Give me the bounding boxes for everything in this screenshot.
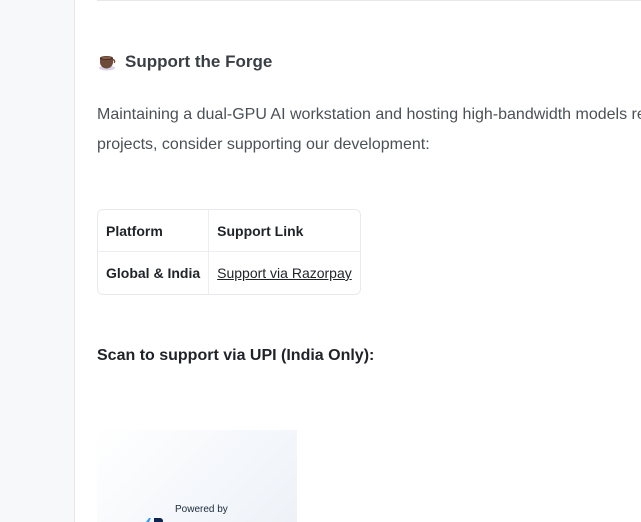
section-heading-text: Support the Forge (125, 52, 273, 71)
horizontal-divider (97, 0, 641, 1)
razorpay-logo-icon (146, 518, 163, 522)
powered-by-text: Powered by (175, 504, 228, 515)
upi-qr-card: Powered by (97, 430, 297, 522)
column-header-support-link: Support Link (209, 210, 360, 252)
razorpay-support-link[interactable]: Support via Razorpay (217, 265, 352, 281)
page: Support the Forge Maintaining a dual-GPU… (0, 0, 641, 522)
support-paragraph-line-1: Maintaining a dual-GPU AI workstation an… (97, 106, 641, 123)
left-gutter (0, 0, 75, 522)
table-header-row: Platform Support Link (98, 210, 360, 252)
support-link-cell: Support via Razorpay (209, 252, 360, 294)
table-row: Global & India Support via Razorpay (98, 252, 360, 294)
section-heading: Support the Forge (97, 52, 272, 72)
support-table: Platform Support Link Global & India Sup… (97, 209, 361, 295)
column-header-platform: Platform (98, 210, 210, 252)
coffee-cup-icon (99, 56, 116, 71)
support-paragraph-line-2: projects, consider supporting our develo… (97, 136, 430, 153)
platform-cell: Global & India (98, 252, 210, 294)
support-paragraph: Maintaining a dual-GPU AI workstation an… (97, 100, 641, 160)
upi-scan-label: Scan to support via UPI (India Only): (97, 347, 375, 364)
